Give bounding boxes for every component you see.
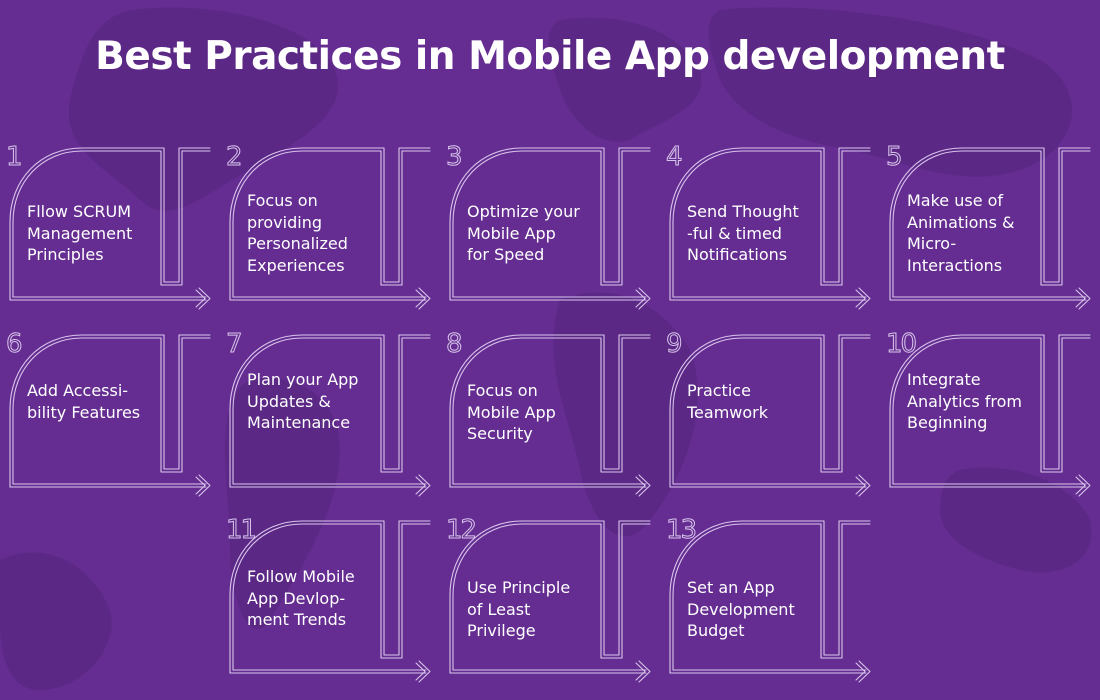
- card-number: 5: [886, 142, 903, 173]
- practice-card-8: 8 Focus on Mobile App Security: [440, 327, 660, 499]
- arrow-chevron: [195, 287, 211, 310]
- card-number: 2: [226, 142, 243, 173]
- arrow-shaft: [669, 669, 867, 674]
- practice-card-9: 9 Practice Teamwork: [660, 327, 880, 499]
- card-number: 1: [6, 142, 23, 173]
- page-title: Best Practices in Mobile App development: [95, 34, 1005, 79]
- arrow-chevron: [1075, 474, 1091, 497]
- card-label: Focus on Mobile App Security: [467, 381, 556, 443]
- practice-card-6: 6 Add Accessi- bility Features: [0, 327, 220, 499]
- practice-card-3: 3 Optimize your Mobile App for Speed: [440, 140, 660, 312]
- card-label: Optimize your Mobile App for Speed: [467, 202, 580, 264]
- arrow-chevron: [415, 287, 431, 310]
- practice-card-5: 5 Make use of Animations & Micro- Intera…: [880, 140, 1100, 312]
- practice-card-12: 12 Use Principle of Least Privilege: [440, 513, 660, 685]
- arrow-shaft: [229, 669, 427, 674]
- practice-card-11: 11 Follow Mobile App Devlop- ment Trends: [220, 513, 440, 685]
- arrow-chevron: [635, 287, 651, 310]
- card-label: Follow Mobile App Devlop- ment Trends: [247, 567, 355, 629]
- practice-card-4: 4 Send Thought -ful & timed Notification…: [660, 140, 880, 312]
- card-label: Fllow SCRUM Management Principles: [27, 202, 133, 264]
- arrow-chevron: [855, 474, 871, 497]
- map-shape-southwest: [0, 552, 112, 690]
- arrow-chevron: [635, 474, 651, 497]
- card-label: Practice Teamwork: [687, 381, 769, 422]
- card-label: Plan your App Updates & Maintenance: [247, 370, 359, 432]
- practice-card-13: 13 Set an App Development Budget: [660, 513, 880, 685]
- card-number: 4: [666, 142, 683, 173]
- practice-card-7: 7 Plan your App Updates & Maintenance: [220, 327, 440, 499]
- card-number: 6: [6, 329, 23, 360]
- arrow-shaft: [669, 483, 867, 488]
- arrow-chevron: [195, 474, 211, 497]
- card-label: Make use of Animations & Micro- Interact…: [907, 191, 1015, 275]
- arrow-chevron: [415, 660, 431, 683]
- arrow-shaft: [9, 296, 207, 301]
- arrow-chevron: [635, 660, 651, 683]
- card-label: Send Thought -ful & timed Notifications: [687, 202, 799, 264]
- card-number: 3: [446, 142, 463, 173]
- card-label: Add Accessi- bility Features: [27, 381, 141, 422]
- card-number: 7: [226, 329, 243, 360]
- arrow-shaft: [669, 296, 867, 301]
- card-number: 11: [225, 515, 257, 546]
- arrow-shaft: [229, 296, 427, 301]
- card-label: Set an App Development Budget: [687, 578, 795, 640]
- arrow-chevron: [855, 660, 871, 683]
- card-number: 10: [885, 329, 917, 360]
- practice-card-1: 1 Fllow SCRUM Management Principles: [0, 140, 220, 312]
- arrow-shaft: [449, 669, 647, 674]
- practice-card-10: 10 Integrate Analytics from Beginning: [880, 327, 1100, 499]
- arrow-chevron: [1075, 287, 1091, 310]
- arrow-chevron: [855, 287, 871, 310]
- practice-card-2: 2 Focus on providing Personalized Experi…: [220, 140, 440, 312]
- card-number: 13: [665, 515, 697, 546]
- arrow-shaft: [889, 296, 1087, 301]
- card-label: Focus on providing Personalized Experien…: [247, 191, 348, 275]
- arrow-shaft: [889, 483, 1087, 488]
- arrow-shaft: [229, 483, 427, 488]
- card-number: 8: [446, 329, 463, 360]
- arrow-shaft: [449, 483, 647, 488]
- card-label: Integrate Analytics from Beginning: [907, 370, 1022, 432]
- card-number: 12: [445, 515, 477, 546]
- arrow-shaft: [9, 483, 207, 488]
- arrow-shaft: [449, 296, 647, 301]
- card-label: Use Principle of Least Privilege: [467, 578, 571, 640]
- arrow-chevron: [415, 474, 431, 497]
- card-number: 9: [666, 329, 683, 360]
